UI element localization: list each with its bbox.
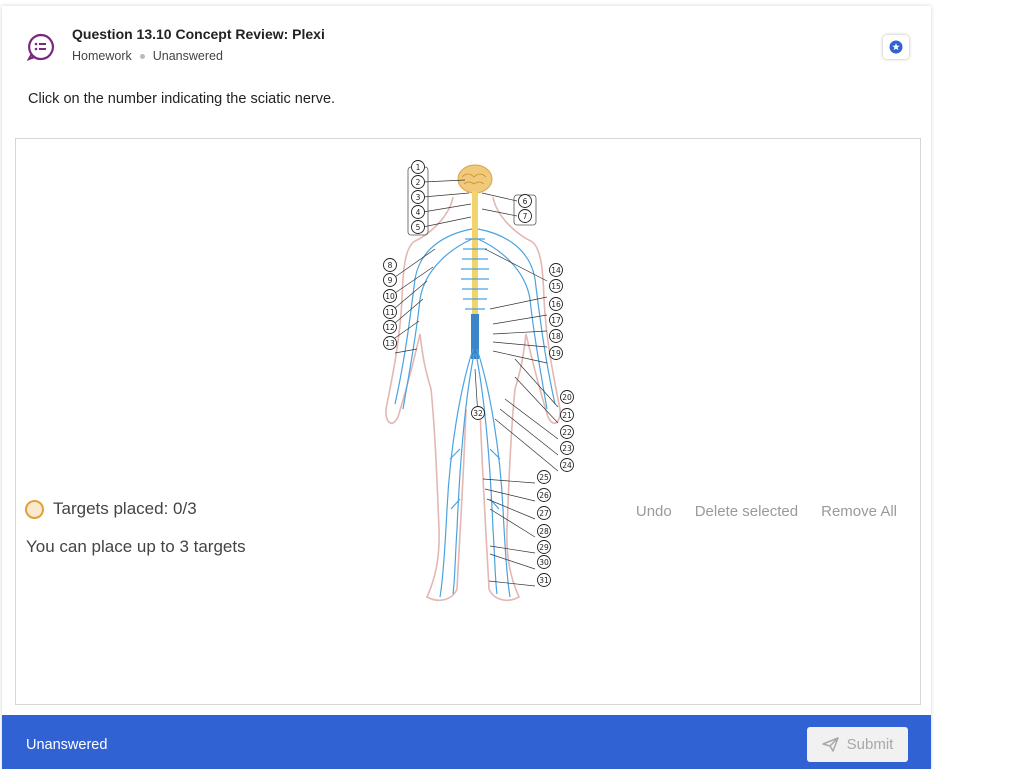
svg-text:28: 28 — [539, 527, 549, 536]
hotspot-label-9[interactable]: 9 — [383, 273, 397, 287]
hotspot-label-32[interactable]: 32 — [471, 406, 485, 420]
targets-status: Targets placed: 0/3 — [25, 499, 197, 519]
svg-text:1: 1 — [416, 163, 421, 172]
hotspot-label-13[interactable]: 13 — [383, 336, 397, 350]
svg-text:12: 12 — [385, 323, 395, 332]
delete-selected-button[interactable]: Delete selected — [695, 503, 798, 520]
question-title: Question 13.10 Concept Review: Plexi — [72, 26, 325, 42]
hotspot-label-3[interactable]: 3 — [411, 190, 425, 204]
hotspot-label-18[interactable]: 18 — [549, 329, 563, 343]
question-type: Homework — [72, 49, 132, 63]
question-card: Question 13.10 Concept Review: Plexi Hom… — [2, 6, 931, 769]
question-icon — [26, 33, 55, 62]
svg-text:14: 14 — [551, 266, 561, 275]
bookmark-button[interactable] — [883, 35, 909, 59]
svg-text:32: 32 — [473, 409, 483, 418]
brain — [457, 164, 493, 194]
svg-text:5: 5 — [416, 223, 421, 232]
svg-text:2: 2 — [416, 178, 421, 187]
svg-text:25: 25 — [539, 473, 549, 482]
targets-limit-text: You can place up to 3 targets — [26, 537, 246, 556]
hotspot-label-22[interactable]: 22 — [560, 425, 574, 439]
svg-text:31: 31 — [539, 576, 549, 585]
hotspot-label-30[interactable]: 30 — [537, 555, 551, 569]
svg-text:3: 3 — [416, 193, 421, 202]
hotspot-label-12[interactable]: 12 — [383, 320, 397, 334]
hotspot-actions: Undo Delete selected Remove All — [636, 503, 897, 520]
hotspot-label-23[interactable]: 23 — [560, 441, 574, 455]
svg-text:6: 6 — [523, 197, 528, 206]
hotspot-label-24[interactable]: 24 — [560, 458, 574, 472]
remove-all-button[interactable]: Remove All — [821, 503, 897, 520]
svg-text:8: 8 — [388, 261, 393, 270]
svg-text:20: 20 — [562, 393, 572, 402]
svg-text:15: 15 — [551, 282, 561, 291]
hotspot-label-1[interactable]: 1 — [411, 160, 425, 174]
svg-text:19: 19 — [551, 349, 561, 358]
star-badge-icon — [889, 40, 903, 54]
hotspot-label-10[interactable]: 10 — [383, 289, 397, 303]
hotspot-label-20[interactable]: 20 — [560, 390, 574, 404]
answer-status: Unanswered — [26, 737, 108, 753]
hotspot-label-6[interactable]: 6 — [518, 194, 532, 208]
question-meta: Homework Unanswered — [72, 49, 223, 63]
hotspot-label-25[interactable]: 25 — [537, 470, 551, 484]
hotspot-label-11[interactable]: 11 — [383, 305, 397, 319]
svg-text:21: 21 — [562, 411, 572, 420]
question-status: Unanswered — [152, 49, 223, 63]
question-prompt: Click on the number indicating the sciat… — [28, 91, 336, 107]
svg-text:29: 29 — [539, 543, 549, 552]
hotspot-label-28[interactable]: 28 — [537, 524, 551, 538]
hotspot-label-31[interactable]: 31 — [537, 573, 551, 587]
svg-text:11: 11 — [385, 308, 395, 317]
hotspot-label-14[interactable]: 14 — [549, 263, 563, 277]
svg-text:18: 18 — [551, 332, 561, 341]
svg-text:30: 30 — [539, 558, 549, 567]
targets-placed-text: Targets placed: 0/3 — [53, 499, 197, 518]
hotspot-label-17[interactable]: 17 — [549, 313, 563, 327]
hotspot-label-21[interactable]: 21 — [560, 408, 574, 422]
svg-text:24: 24 — [562, 461, 572, 470]
svg-text:17: 17 — [551, 316, 561, 325]
nervous-system-diagram[interactable]: 1234567891011121314151617181920212223242… — [365, 149, 575, 609]
submit-label: Submit — [846, 736, 894, 753]
hotspot-figure[interactable]: 1 2 3 4 5 6 7 8 9 10 11 12 13 14 15 16 17 18 19 20 21 22 23 24 2… — [15, 138, 921, 705]
svg-text:7: 7 — [523, 212, 528, 221]
spinal-cord — [472, 191, 478, 331]
hotspot-label-29[interactable]: 29 — [537, 540, 551, 554]
undo-button[interactable]: Undo — [636, 503, 672, 520]
hotspot-label-26[interactable]: 26 — [537, 488, 551, 502]
hotspot-label-5[interactable]: 5 — [411, 220, 425, 234]
submit-button[interactable]: Submit — [807, 727, 908, 762]
hotspot-label-4[interactable]: 4 — [411, 205, 425, 219]
hotspot-label-27[interactable]: 27 — [537, 506, 551, 520]
hotspot-label-19[interactable]: 19 — [549, 346, 563, 360]
footer-bar: Unanswered Submit — [2, 715, 931, 769]
separator-dot — [139, 53, 145, 59]
svg-text:4: 4 — [416, 208, 421, 217]
svg-text:16: 16 — [551, 300, 561, 309]
svg-text:9: 9 — [388, 276, 393, 285]
svg-text:26: 26 — [539, 491, 549, 500]
send-icon — [821, 737, 839, 752]
svg-text:22: 22 — [562, 428, 572, 437]
svg-text:27: 27 — [539, 509, 549, 518]
hotspot-label-2[interactable]: 2 — [411, 175, 425, 189]
hotspot-label-15[interactable]: 15 — [549, 279, 563, 293]
svg-text:10: 10 — [385, 292, 395, 301]
svg-text:23: 23 — [562, 444, 572, 453]
svg-text:13: 13 — [385, 339, 395, 348]
hotspot-label-16[interactable]: 16 — [549, 297, 563, 311]
hotspot-label-7[interactable]: 7 — [518, 209, 532, 223]
hotspot-label-8[interactable]: 8 — [383, 258, 397, 272]
target-icon — [25, 499, 44, 519]
